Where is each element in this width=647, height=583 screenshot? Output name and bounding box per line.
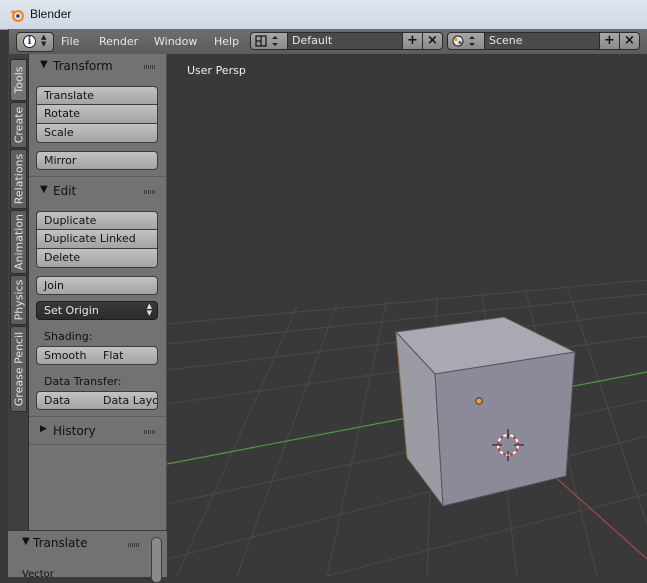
blender-logo-icon (10, 10, 24, 22)
3d-viewport[interactable]: User Persp (167, 54, 647, 576)
panel-title: History (53, 424, 96, 438)
toolshelf-tabs: Tools Create Relations Animation Physics… (8, 54, 29, 530)
drag-grip-icon[interactable] (144, 65, 156, 69)
translate-button[interactable]: Translate (36, 86, 158, 105)
menu-window[interactable]: Window (154, 35, 197, 48)
operator-title: Translate (33, 536, 88, 550)
tab-animation[interactable]: Animation (10, 210, 27, 274)
panel-header-edit[interactable]: ▼ Edit (29, 180, 166, 202)
menu-file[interactable]: File (61, 35, 79, 48)
screen-layout-icon[interactable] (251, 33, 288, 49)
add-screen-button[interactable]: + (402, 33, 422, 49)
info-icon: i (23, 35, 36, 48)
set-origin-dropdown[interactable]: Set Origin ▲ ▼ (36, 301, 158, 320)
operator-panel: ▼ Translate Vector (8, 530, 167, 583)
vector-label: Vector (22, 569, 54, 580)
duplicate-button[interactable]: Duplicate (36, 211, 158, 230)
mirror-button[interactable]: Mirror (36, 151, 158, 170)
join-button[interactable]: Join (36, 276, 158, 295)
data-layout-button[interactable]: Data Layo (96, 391, 158, 410)
flat-button[interactable]: Flat (96, 346, 158, 365)
tab-physics[interactable]: Physics (10, 275, 27, 325)
scene-selector[interactable]: Scene + × (447, 32, 640, 50)
viewport-scene[interactable] (167, 54, 647, 576)
panel-title: Transform (53, 59, 113, 73)
data-transfer-label: Data Transfer: (44, 375, 122, 388)
screen-layout-name[interactable]: Default (288, 33, 401, 49)
updown-arrows-icon: ▲ ▼ (41, 33, 47, 48)
window-titlebar: Blender (0, 0, 647, 30)
collapse-triangle-icon: ▼ (40, 59, 48, 70)
rotate-button[interactable]: Rotate (36, 105, 158, 124)
drag-grip-icon[interactable] (144, 430, 156, 434)
tab-relations[interactable]: Relations (10, 149, 27, 209)
drag-grip-icon[interactable] (128, 543, 140, 547)
editor-type-selector[interactable]: i ▲ ▼ (16, 32, 54, 52)
scene-name[interactable]: Scene (485, 33, 598, 49)
updown-arrows-icon: ▲ ▼ (146, 302, 152, 317)
screen-layout-selector[interactable]: Default + × (250, 32, 443, 50)
add-scene-button[interactable]: + (599, 33, 619, 49)
panel-divider (29, 444, 166, 445)
menu-help[interactable]: Help (214, 35, 239, 48)
tool-shelf: ▼ Transform Translate Rotate Scale Mirro… (29, 54, 167, 530)
drag-grip-icon[interactable] (144, 190, 156, 194)
tab-tools[interactable]: Tools (10, 59, 27, 101)
panel-title: Edit (53, 184, 77, 198)
panel-header-history[interactable]: ▶ History (29, 420, 166, 442)
expand-triangle-icon: ▶ (40, 424, 47, 434)
shading-label: Shading: (44, 330, 93, 343)
collapse-triangle-icon: ▼ (40, 184, 48, 195)
delete-scene-button[interactable]: × (619, 33, 639, 49)
tab-create[interactable]: Create (10, 102, 27, 148)
smooth-button[interactable]: Smooth (36, 346, 97, 365)
scale-button[interactable]: Scale (36, 124, 158, 143)
set-origin-label: Set Origin (44, 304, 99, 317)
collapse-triangle-icon[interactable]: ▼ (22, 536, 30, 547)
default-cube[interactable] (394, 316, 577, 508)
panel-scrollbar[interactable] (151, 537, 162, 583)
view-label: User Persp (187, 64, 246, 77)
panel-header-transform[interactable]: ▼ Transform (29, 55, 166, 77)
delete-screen-button[interactable]: × (422, 33, 442, 49)
tab-grease-pencil[interactable]: Grease Pencil (10, 326, 27, 412)
window-title: Blender (30, 7, 72, 21)
object-origin-icon (475, 397, 483, 405)
scene-icon[interactable] (448, 33, 485, 49)
duplicate-linked-button[interactable]: Duplicate Linked (36, 230, 158, 249)
delete-button[interactable]: Delete (36, 249, 158, 268)
panel-divider (29, 176, 166, 177)
data-transfer-button[interactable]: Data (36, 391, 97, 410)
panel-divider (29, 416, 166, 417)
info-header: i ▲ ▼ File Render Window Help Default + × (8, 29, 647, 55)
menu-render[interactable]: Render (99, 35, 138, 48)
